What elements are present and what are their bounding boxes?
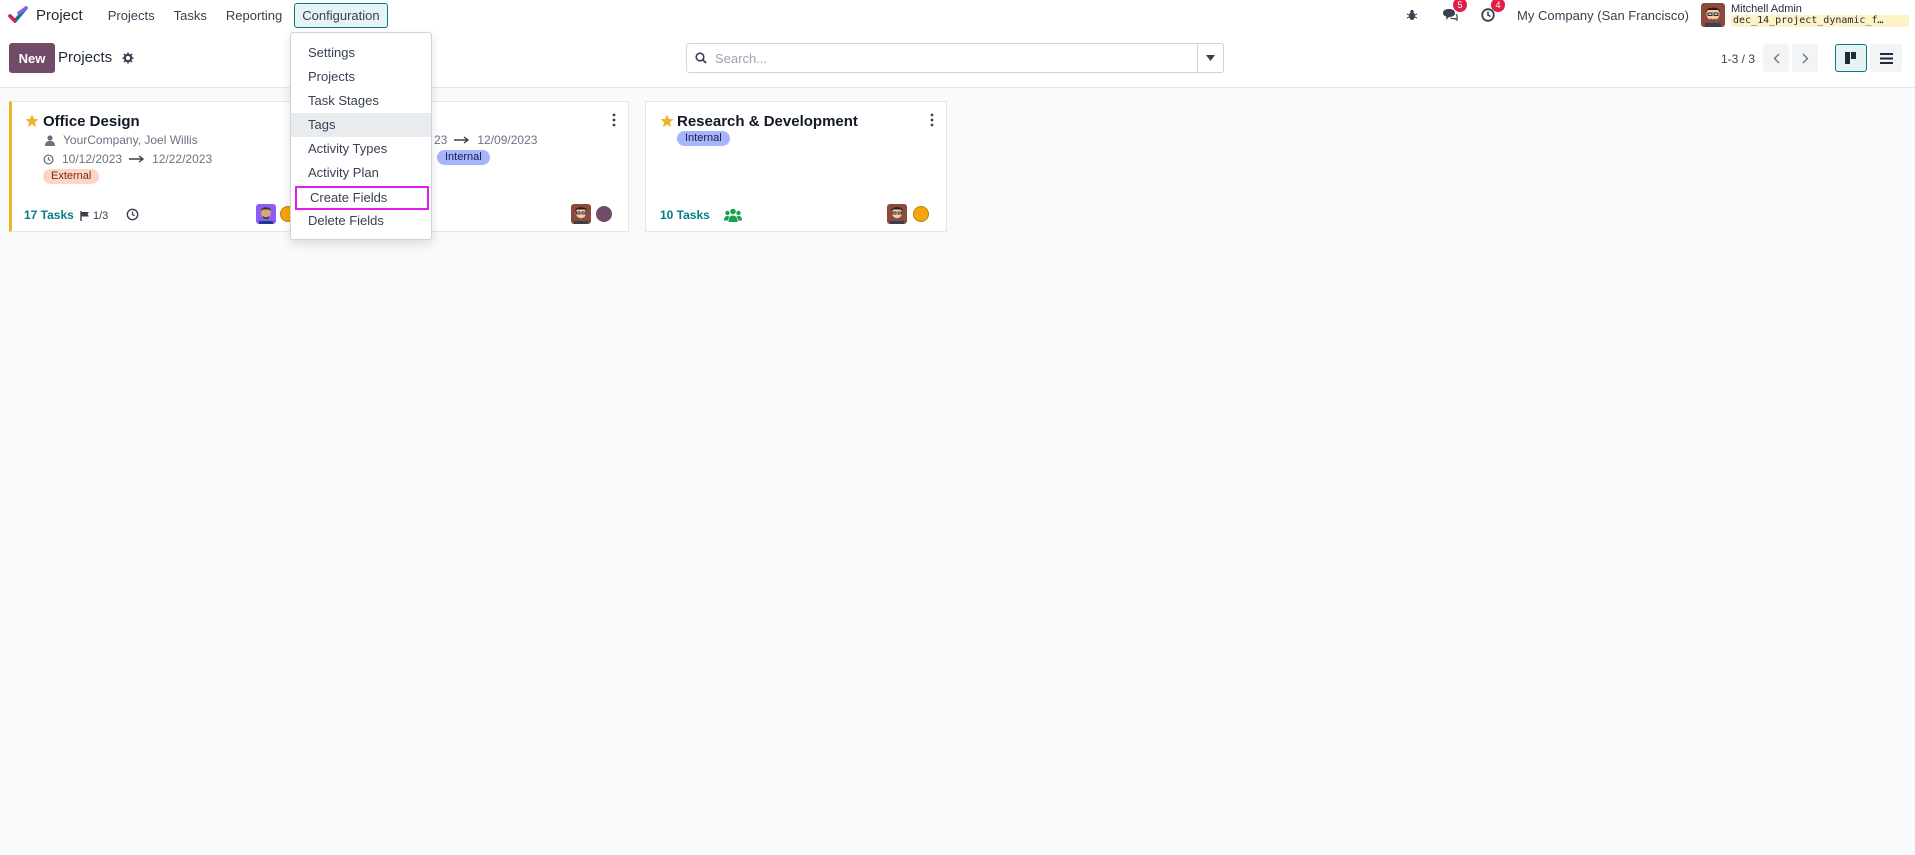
config-menu-settings[interactable]: Settings — [291, 41, 431, 65]
card-customer-name: YourCompany, Joel Willis — [63, 133, 198, 147]
new-button[interactable]: New — [9, 43, 55, 73]
card-date-end: 12/09/2023 — [477, 133, 538, 147]
config-menu-activity-plan[interactable]: Activity Plan — [291, 161, 431, 185]
user-icon — [45, 134, 55, 146]
search-icon — [687, 44, 715, 72]
manager-avatar[interactable] — [256, 204, 276, 224]
status-indicator[interactable] — [596, 206, 612, 222]
tag-badge: External — [43, 169, 100, 184]
search-filter-toggle[interactable] — [1197, 44, 1223, 72]
card-dates: 10/12/2023 12/22/2023 — [43, 152, 212, 166]
chevron-left-icon — [1773, 53, 1779, 63]
avatar-image — [1701, 3, 1725, 27]
menu-tasks[interactable]: Tasks — [167, 4, 214, 27]
manager-avatar[interactable] — [571, 204, 591, 224]
search-input[interactable] — [715, 44, 1197, 72]
clock-icon — [43, 153, 54, 165]
card-date-start: 10/12/2023 — [62, 152, 123, 166]
card-tasks-link[interactable]: 10 Tasks — [660, 208, 710, 222]
project-card-office-design[interactable]: Office Design YourCompany, Joel Willis 1… — [9, 101, 329, 232]
card-title: Research & Development — [677, 113, 858, 130]
user-avatar[interactable] — [1701, 3, 1725, 27]
menu-configuration[interactable]: Configuration — [294, 2, 388, 28]
card-tasks-link[interactable]: 17 Tasks — [24, 208, 74, 222]
brand[interactable]: Project — [8, 5, 101, 25]
company-switcher[interactable]: My Company (San Francisco) — [1517, 8, 1689, 23]
config-menu-delete-fields[interactable]: Delete Fields — [291, 209, 431, 233]
breadcrumb: Projects — [58, 49, 113, 66]
menu-reporting[interactable]: Reporting — [219, 4, 289, 27]
manager-avatar[interactable] — [887, 204, 907, 224]
app-name: Project — [36, 6, 83, 24]
list-view-button[interactable] — [1870, 44, 1902, 72]
gear-icon[interactable] — [122, 52, 134, 64]
arrow-right-icon — [129, 155, 145, 163]
top-navbar: Project Projects Tasks Reporting Configu… — [0, 0, 1915, 30]
pager-value[interactable]: 1-3 / 3 — [1721, 52, 1755, 66]
card-title: Office Design — [43, 113, 140, 130]
favorite-star-icon[interactable] — [660, 114, 674, 128]
tag-badge: Internal — [437, 150, 490, 165]
config-menu-task-stages[interactable]: Task Stages — [291, 89, 431, 113]
status-indicator[interactable] — [913, 206, 929, 222]
arrow-right-icon — [454, 136, 470, 144]
bug-icon — [1406, 9, 1418, 20]
pager-previous-button[interactable] — [1763, 44, 1789, 72]
project-card-research-development[interactable]: Research & Development Internal 10 Tasks — [645, 101, 947, 232]
database-name: dec_14_project_dynamic_f… — [1731, 15, 1909, 27]
configuration-dropdown: Settings Projects Task Stages Tags Activ… — [290, 32, 432, 240]
kanban-view-icon — [1844, 52, 1856, 64]
config-menu-projects[interactable]: Projects — [291, 65, 431, 89]
messages-badge: 5 — [1453, 0, 1468, 12]
milestones-count: 1/3 — [93, 210, 109, 222]
activities-button[interactable]: 4 — [1479, 0, 1506, 24]
caret-down-icon — [1206, 55, 1215, 61]
config-menu-create-fields[interactable]: Create Fields — [295, 186, 429, 210]
user-menu[interactable]: Mitchell Admin dec_14_project_dynamic_f… — [1731, 3, 1909, 27]
chevron-right-icon — [1802, 53, 1808, 63]
pager-next-button[interactable] — [1792, 44, 1818, 72]
messages-button[interactable]: 5 — [1441, 0, 1468, 24]
team-icon[interactable] — [724, 208, 742, 222]
kebab-icon[interactable] — [930, 113, 934, 127]
card-dates: 23 12/09/2023 — [434, 133, 537, 147]
activities-badge: 4 — [1491, 0, 1506, 12]
config-menu-tags[interactable]: Tags — [291, 113, 431, 137]
avatar-image — [256, 204, 276, 224]
navbar-right: 5 4 My Company (San Francisco) Mitchell … — [1403, 0, 1915, 30]
config-menu-activity-types[interactable]: Activity Types — [291, 137, 431, 161]
list-view-icon — [1879, 52, 1893, 64]
avatar-image — [887, 204, 907, 224]
kebab-icon[interactable] — [612, 113, 616, 127]
card-customer: YourCompany, Joel Willis — [43, 133, 198, 147]
flag-icon — [80, 211, 89, 221]
search-bar — [686, 43, 1224, 73]
card-date-end: 12/22/2023 — [152, 152, 213, 166]
debug-bug-icon[interactable] — [1403, 6, 1421, 24]
activity-clock-icon[interactable] — [126, 208, 139, 221]
favorite-star-icon[interactable] — [25, 114, 39, 128]
user-name: Mitchell Admin — [1731, 3, 1802, 15]
control-panel: New Projects 1-3 / 3 — [0, 30, 1915, 88]
avatar-image — [571, 204, 591, 224]
card-date-start: 23 — [434, 133, 448, 147]
tag-badge: Internal — [677, 131, 730, 146]
kanban-view-button[interactable] — [1835, 44, 1867, 72]
project-logo-icon — [8, 6, 28, 23]
menu-projects[interactable]: Projects — [101, 4, 162, 27]
card-milestones[interactable]: 1/3 — [80, 210, 108, 222]
